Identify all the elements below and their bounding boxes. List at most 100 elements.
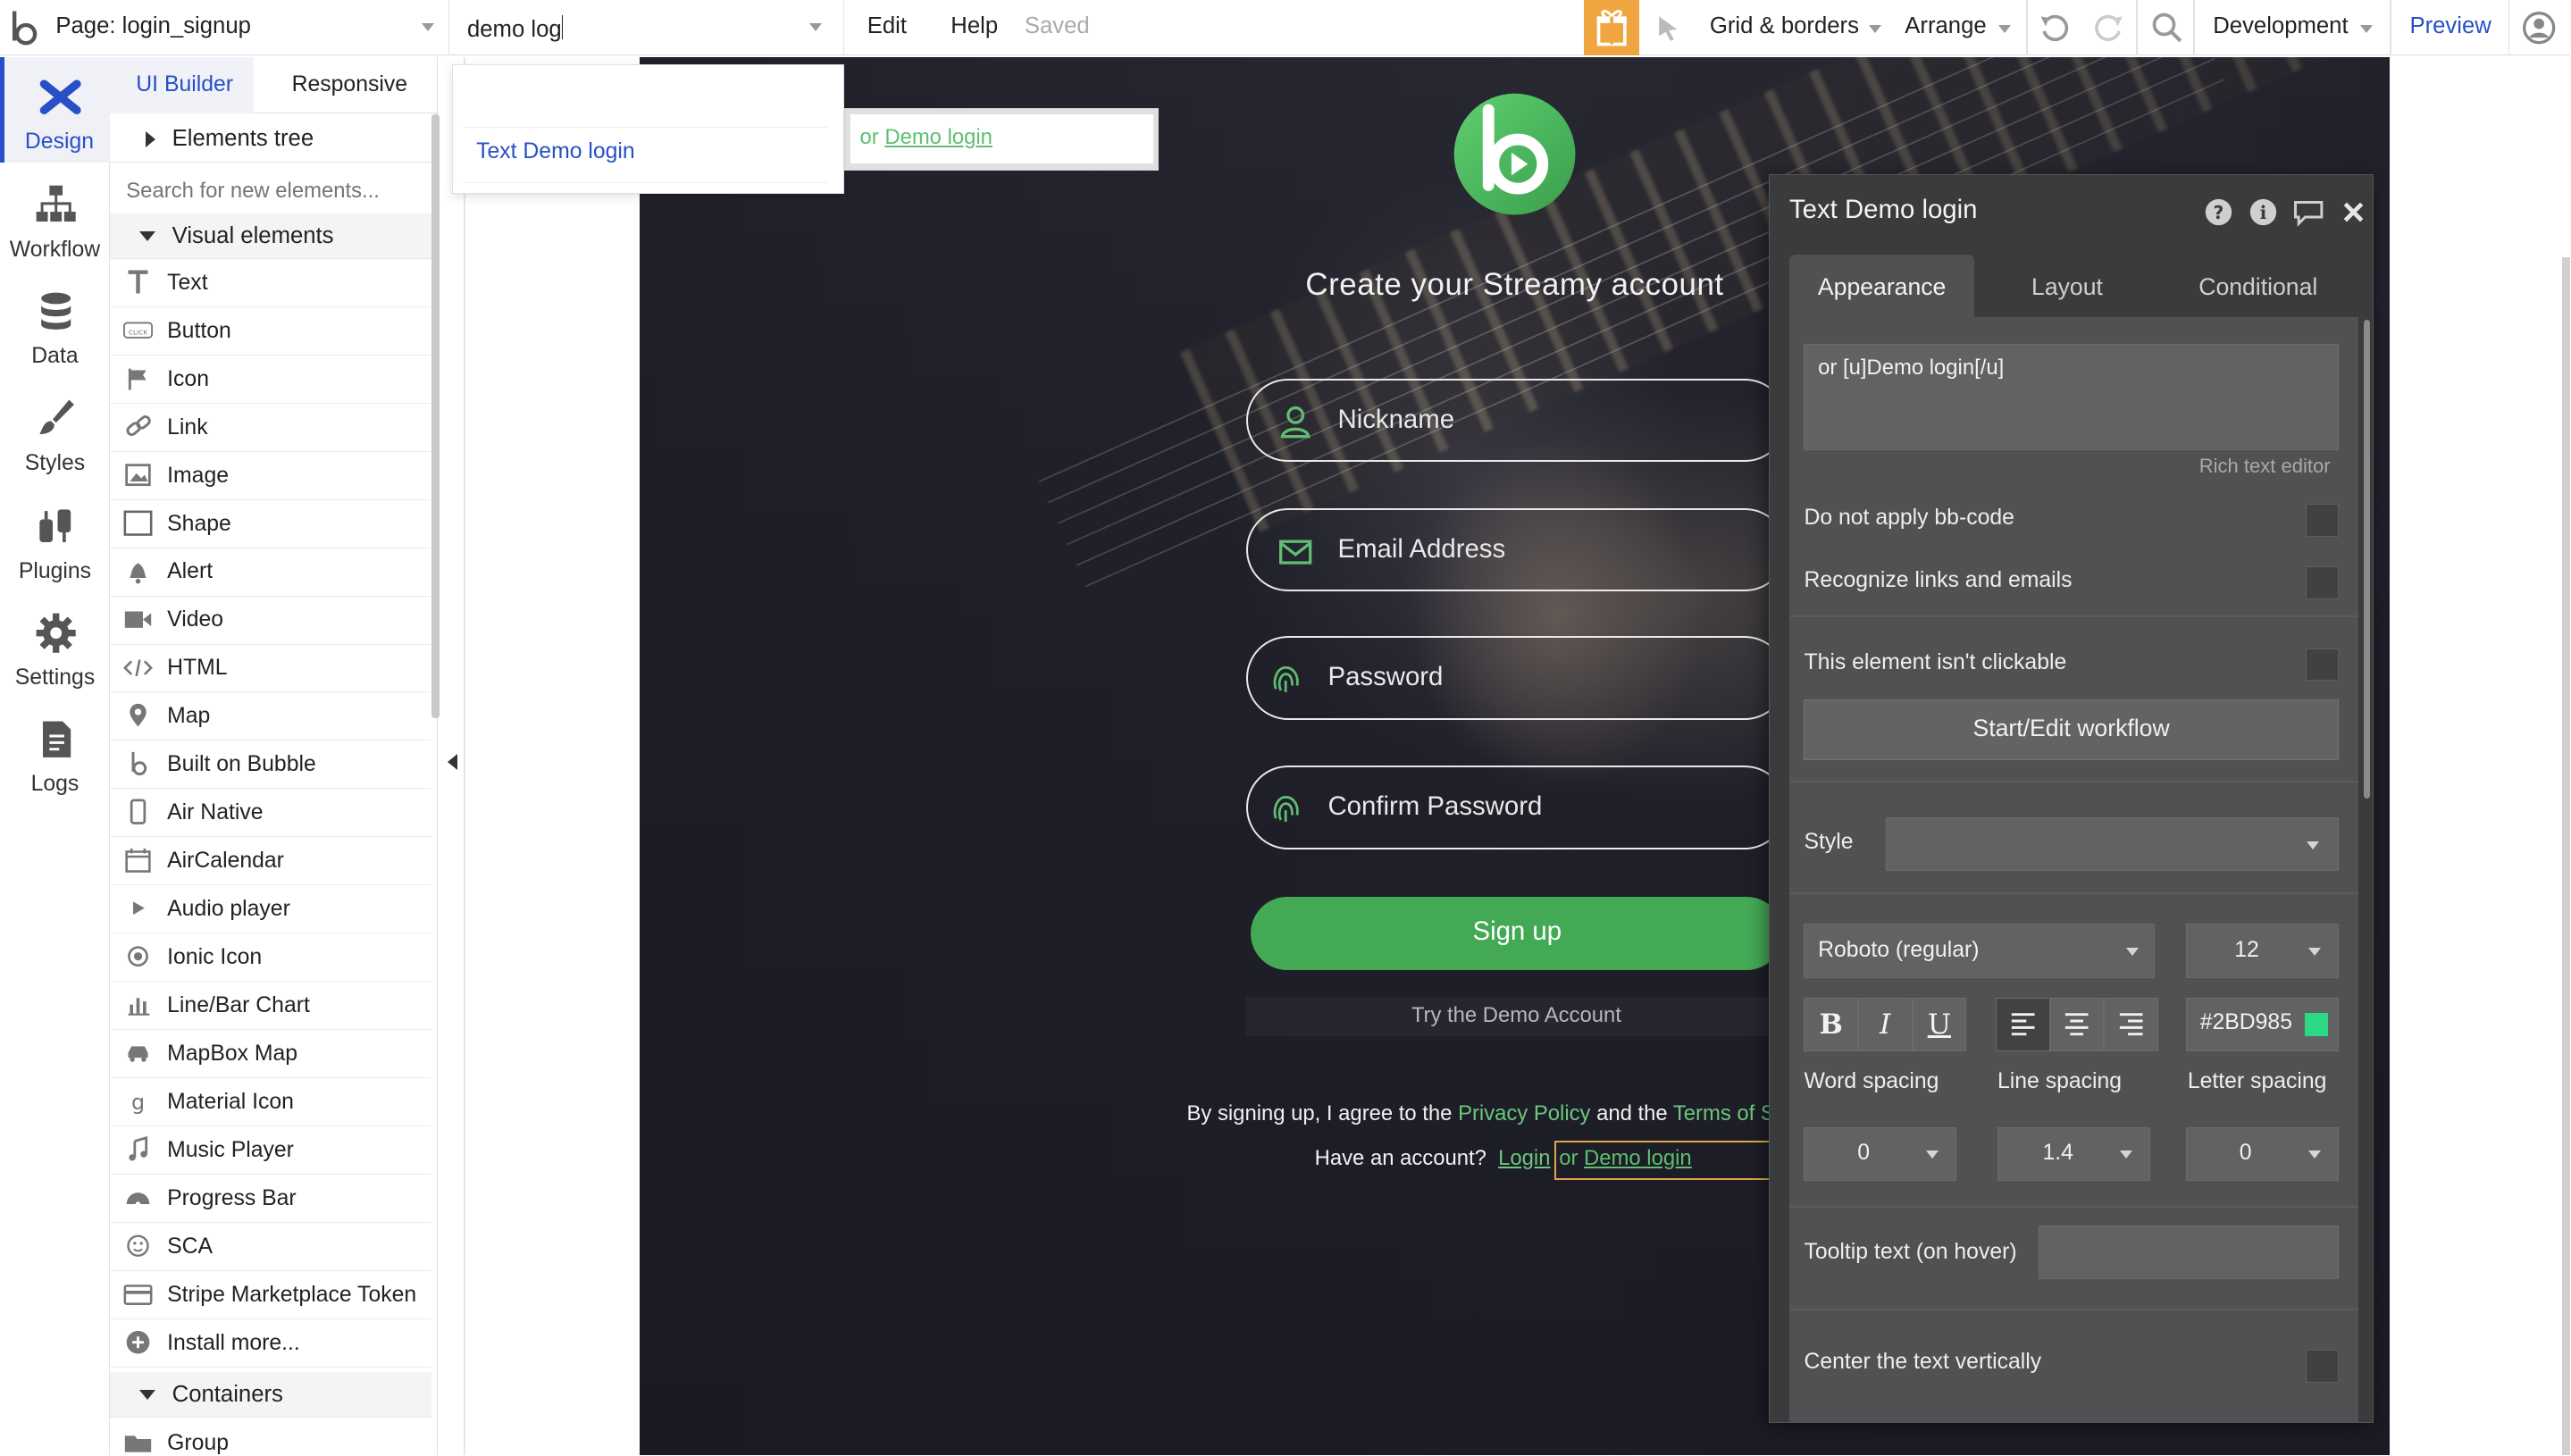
element-map[interactable]: Map (109, 692, 431, 741)
center-vertically-checkbox[interactable] (2305, 1350, 2339, 1383)
tab-responsive[interactable]: Responsive (292, 72, 407, 97)
panel-scrollbar[interactable] (431, 114, 440, 718)
visual-elements-section[interactable]: Visual elements (109, 213, 431, 259)
element-built-on-bubble[interactable]: Built on Bubble (109, 741, 431, 790)
nickname-input[interactable]: Nickname (1245, 378, 1788, 463)
nav-data[interactable]: Data (0, 272, 110, 377)
gift-button[interactable] (1583, 0, 1639, 56)
element-button[interactable]: CLICK Button (109, 307, 431, 356)
try-demo-link[interactable]: Try the Demo Account (1245, 996, 1788, 1036)
demo-login-link[interactable]: Demo login (1584, 1146, 1692, 1170)
align-left-button[interactable] (1996, 997, 2050, 1052)
terms-link[interactable]: Terms of S (1673, 1101, 1775, 1125)
demo-login-text-selected[interactable]: or Demo login (1553, 1141, 1784, 1181)
element-group[interactable]: Group (110, 1419, 431, 1455)
element-link[interactable]: Link (109, 404, 431, 452)
install-more-link[interactable]: Install more... (109, 1319, 431, 1368)
word-spacing-select[interactable]: 0 (1804, 1126, 1957, 1182)
element-video[interactable]: Video (109, 597, 431, 645)
element-sca[interactable]: SCA (109, 1223, 431, 1271)
underline-button[interactable]: U (1912, 997, 1967, 1052)
italic-button[interactable]: I (1858, 997, 1913, 1052)
help-icon[interactable]: ? (2204, 197, 2233, 227)
close-icon[interactable] (2339, 197, 2368, 227)
preview-button[interactable]: Preview (2409, 13, 2491, 39)
nav-logs[interactable]: Logs (0, 700, 110, 805)
element-aircalendar[interactable]: AirCalendar (109, 837, 431, 886)
login-link[interactable]: Login (1498, 1146, 1550, 1170)
font-size-select[interactable]: 12 (2186, 924, 2339, 978)
search-result-item[interactable]: Text Demo login (463, 127, 827, 183)
canvas-scrollbar[interactable] (2562, 257, 2571, 1456)
letter-spacing-select[interactable]: 0 (2186, 1126, 2339, 1182)
info-icon[interactable]: i (2249, 197, 2278, 227)
email-input[interactable]: Email Address (1245, 507, 1788, 592)
tab-layout[interactable]: Layout (1974, 255, 2159, 317)
element-icon[interactable]: Icon (109, 356, 431, 404)
undo-icon[interactable] (2036, 10, 2072, 46)
top-bar: Page: login_signup demo log Edit Help Sa… (0, 0, 2571, 56)
comment-icon[interactable] (2290, 197, 2326, 228)
element-air-native[interactable]: Air Native (109, 789, 431, 838)
line-spacing-select[interactable]: 1.4 (1997, 1126, 2150, 1182)
element-html[interactable]: HTML (109, 645, 431, 693)
sign-up-button[interactable]: Sign up (1251, 896, 1784, 971)
text-content-editor[interactable]: or [u]Demo login[/u] (1804, 343, 2339, 450)
new-element-search-input[interactable] (126, 179, 422, 204)
element-text[interactable]: Text (109, 259, 431, 307)
element-material-icon[interactable]: g Material Icon (109, 1078, 431, 1126)
element-alert[interactable]: Alert (109, 548, 431, 597)
property-editor-scrollbar[interactable] (2364, 319, 2371, 799)
nav-plugins[interactable]: Plugins (0, 487, 110, 591)
bold-button[interactable]: B (1804, 997, 1859, 1052)
arrange-menu[interactable]: Arrange (1905, 13, 1986, 39)
not-clickable-checkbox[interactable] (2305, 648, 2339, 682)
edit-menu[interactable]: Edit (867, 13, 907, 39)
tooltip-input[interactable] (2038, 1225, 2339, 1280)
element-image[interactable]: Image (109, 452, 431, 500)
element-line-bar-chart[interactable]: Line/Bar Chart (109, 982, 431, 1031)
containers-section[interactable]: Containers (109, 1371, 431, 1418)
align-center-button[interactable] (2049, 997, 2105, 1052)
redo-icon[interactable] (2091, 10, 2127, 46)
nav-settings[interactable]: Settings (0, 593, 110, 698)
tab-ui-builder[interactable]: UI Builder (136, 72, 233, 97)
grid-borders-menu[interactable]: Grid & borders (1710, 13, 1859, 39)
search-results-dropdown: Text Demo login (452, 63, 845, 194)
privacy-policy-link[interactable]: Privacy Policy (1458, 1101, 1590, 1125)
search-icon[interactable] (2149, 10, 2185, 46)
demo-prefix: or (1559, 1145, 1585, 1170)
gift-icon (1596, 10, 1627, 46)
align-right-button[interactable] (2104, 997, 2158, 1052)
tab-appearance[interactable]: Appearance (1788, 255, 1975, 318)
element-stripe-marketplace-token[interactable]: Stripe Marketplace Token (109, 1271, 431, 1319)
collapse-panel-icon[interactable] (447, 754, 457, 771)
start-edit-workflow-button[interactable]: Start/Edit workflow (1804, 699, 2339, 760)
font-select[interactable]: Roboto (regular) (1804, 924, 2156, 978)
element-audio-player[interactable]: Audio player (109, 885, 431, 934)
recognize-links-checkbox[interactable] (2305, 566, 2339, 599)
nav-design[interactable]: Design (0, 57, 110, 163)
password-input[interactable]: Password (1245, 635, 1788, 720)
element-mapbox-map[interactable]: MapBox Map (109, 1030, 431, 1079)
confirm-password-input[interactable]: Confirm Password (1245, 765, 1788, 849)
page-selector[interactable]: Page: login_signup (43, 0, 449, 56)
no-bbcode-checkbox[interactable] (2305, 504, 2339, 538)
text-color-picker[interactable]: #2BD985 (2186, 997, 2339, 1052)
style-select[interactable] (1886, 816, 2339, 872)
element-music-player[interactable]: Music Player (109, 1126, 431, 1175)
rich-text-editor-link[interactable]: Rich text editor (2199, 455, 2331, 478)
tab-conditional[interactable]: Conditional (2160, 255, 2357, 317)
nav-workflow[interactable]: Workflow (0, 165, 110, 270)
account-avatar-icon[interactable] (2521, 10, 2557, 46)
element-shape[interactable]: Shape (109, 500, 431, 548)
element-ionic-icon[interactable]: Ionic Icon (109, 933, 431, 983)
help-menu[interactable]: Help (951, 13, 998, 39)
environment-selector[interactable]: Development (2213, 13, 2348, 39)
elements-tree-toggle[interactable]: Elements tree (109, 116, 431, 163)
element-search-input[interactable]: demo log (451, 0, 845, 56)
cursor-select-icon[interactable] (1651, 10, 1687, 46)
element-progress-bar[interactable]: Progress Bar (109, 1175, 431, 1223)
bubble-logo-icon[interactable] (6, 6, 42, 49)
nav-styles[interactable]: Styles (0, 379, 110, 483)
